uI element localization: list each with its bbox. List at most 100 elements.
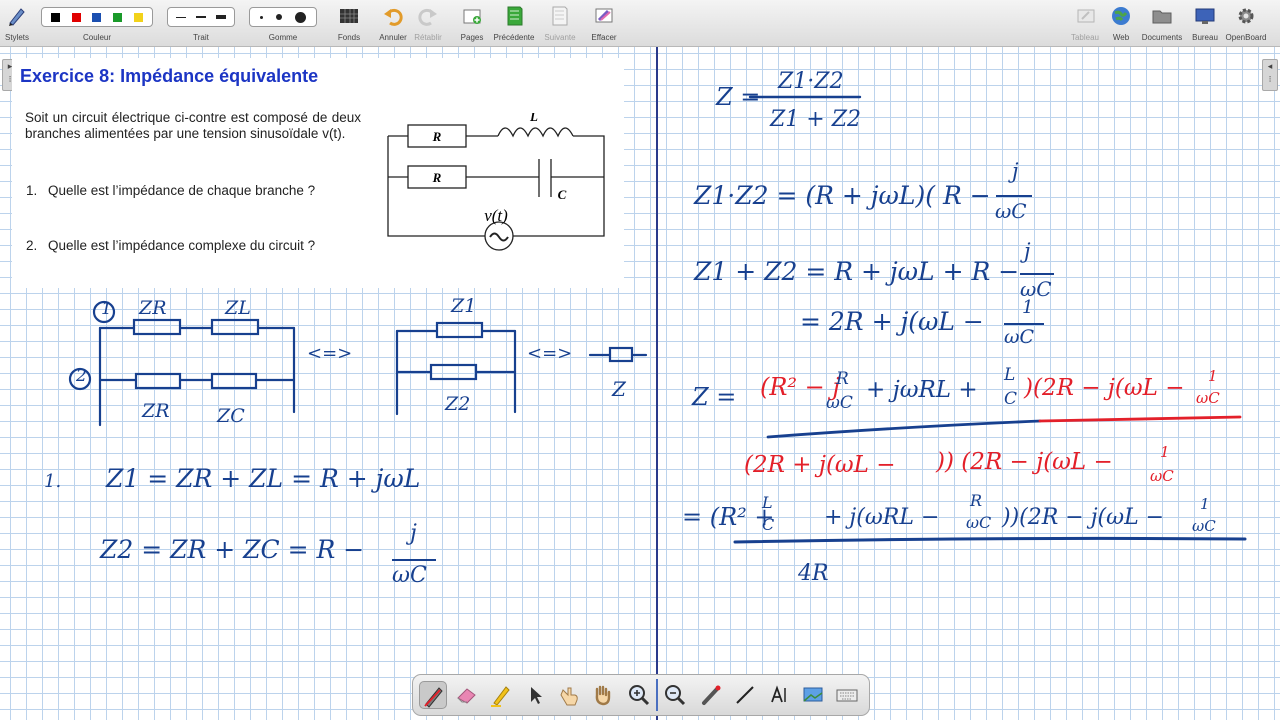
board-mode-button[interactable]: Tableau	[1068, 0, 1104, 46]
next-page-icon	[552, 6, 568, 26]
stroke-medium[interactable]	[196, 16, 206, 18]
z-expansion-red-factor: )(2R − j(ωL −	[1024, 375, 1185, 401]
background-button[interactable]: Fonds	[333, 0, 365, 46]
web-button[interactable]: Web	[1106, 0, 1136, 46]
virtual-keyboard-button[interactable]	[833, 681, 861, 709]
openboard-menu-button[interactable]: OpenBoard	[1224, 0, 1268, 46]
color-swatch-green[interactable]	[113, 12, 123, 22]
stroke-palette	[167, 7, 235, 27]
zr-top-label: ZR	[139, 297, 167, 319]
next-page-button[interactable]: Suivante	[544, 0, 576, 46]
eraser-palette	[249, 7, 317, 27]
color-swatch-yellow[interactable]	[134, 12, 144, 22]
pen-tool-icon	[424, 687, 443, 708]
eraser-large[interactable]	[295, 11, 307, 23]
laser-pointer-icon	[702, 685, 721, 705]
final-frac1-den: C	[762, 515, 775, 534]
highlighter-tool-button[interactable]	[487, 681, 515, 709]
stroke-label: Trait	[193, 33, 209, 42]
line-tool-button[interactable]	[731, 681, 759, 709]
redo-icon	[418, 8, 437, 26]
branch-1-label: 1	[101, 299, 112, 319]
zoom-in-button[interactable]	[625, 681, 653, 709]
z-expansion-frac1-num: R	[836, 369, 849, 389]
stylets-button[interactable]: Stylets	[0, 0, 40, 46]
z-expansion-den-frac-num: 1	[1160, 443, 1170, 461]
final-frac2-num: R	[970, 491, 983, 510]
z1-circuit-label: Z1	[451, 295, 477, 317]
zr-bottom-label: ZR	[142, 400, 170, 422]
pan-tool-button[interactable]	[589, 681, 617, 709]
desktop-icon	[1195, 8, 1215, 24]
sum-simplified-denominator: ωC	[1004, 326, 1035, 348]
z-expansion-frac2-num: L	[1004, 365, 1016, 385]
z-expansion-den-factor1: (2R + j(ωL −	[744, 452, 896, 478]
background-label: Fonds	[337, 33, 361, 42]
equation-z2-lhs: Z2 = ZR + ZC = R −	[100, 535, 365, 564]
eraser-small[interactable]	[259, 15, 263, 19]
web-label: Web	[1112, 33, 1130, 42]
product-denominator: ωC	[995, 199, 1027, 223]
pen-icon	[9, 8, 25, 26]
color-label: Couleur	[82, 33, 112, 42]
final-lhs: = (R² +	[682, 503, 775, 531]
color-palette	[41, 7, 153, 27]
final-denominator: 4R	[798, 561, 829, 586]
eraser-medium[interactable]	[275, 14, 282, 20]
zoom-out-button[interactable]	[661, 681, 689, 709]
color-swatch-red[interactable]	[71, 12, 81, 22]
folder-icon	[1152, 10, 1172, 24]
product-lhs: Z1·Z2 = (R + jωL)( R −	[694, 181, 991, 210]
screen-capture-icon	[803, 687, 823, 702]
answer-1-marker: 1.	[44, 471, 62, 492]
redo-label: Rétablir	[414, 33, 442, 42]
stroke-thin[interactable]	[176, 16, 186, 18]
color-swatch-black[interactable]	[50, 12, 60, 22]
documents-button[interactable]: Documents	[1140, 0, 1184, 46]
capture-tool-button[interactable]	[799, 681, 827, 709]
board-icon	[1077, 9, 1095, 23]
cursor-arrow-icon	[531, 687, 542, 704]
equation-z2-denominator: ωC	[392, 563, 427, 588]
zc-bottom-label: ZC	[217, 405, 245, 427]
text-tool-button[interactable]	[765, 681, 793, 709]
redo-button[interactable]: Rétablir	[412, 0, 444, 46]
laser-pointer-button[interactable]	[697, 681, 725, 709]
interact-tool-button[interactable]	[555, 681, 583, 709]
background-grid-icon	[340, 9, 358, 23]
whiteboard[interactable]: ▸ ⁝ ◂ ⁝ Exercice 8: Impédance équivalente …	[0, 47, 1280, 720]
desktop-button[interactable]: Bureau	[1188, 0, 1222, 46]
z2-circuit-label: Z2	[445, 393, 471, 415]
z-definition-numerator: Z1·Z2	[778, 69, 844, 94]
gear-icon	[1238, 8, 1254, 24]
product-numerator: j	[1012, 159, 1019, 183]
color-swatch-blue[interactable]	[92, 12, 102, 22]
undo-label: Annuler	[379, 33, 407, 42]
equation-z2-fraction-bar	[392, 559, 436, 561]
equivalence-arrow-2: <=>	[527, 343, 573, 364]
main-toolbar: Stylets Couleur Trait Gomme Fonds Annule…	[0, 0, 1280, 47]
pages-label: Pages	[460, 33, 484, 42]
pen-tool-button[interactable]	[419, 681, 447, 709]
eraser-tool-button[interactable]	[453, 681, 481, 709]
sum-simplified: = 2R + j(ωL −	[800, 307, 984, 336]
undo-icon	[384, 8, 403, 26]
previous-page-button[interactable]: Précédente	[494, 0, 534, 46]
final-frac1-num: L	[762, 493, 773, 512]
zoom-out-icon	[665, 685, 686, 706]
z-expansion-red-frac-den: ωC	[1196, 389, 1220, 407]
select-tool-button[interactable]	[521, 681, 549, 709]
stroke-thick[interactable]	[216, 15, 226, 19]
z-equivalent-label: Z	[612, 377, 626, 401]
clear-button[interactable]: Effacer	[588, 0, 620, 46]
desktop-label: Bureau	[1192, 33, 1218, 42]
undo-button[interactable]: Annuler	[377, 0, 409, 46]
zoom-in-icon	[629, 685, 650, 706]
clear-label: Effacer	[591, 33, 617, 42]
pages-button[interactable]: Pages	[456, 0, 488, 46]
pointing-hand-icon	[560, 687, 578, 706]
previous-page-icon	[507, 6, 523, 26]
equation-z2-numerator: j	[410, 521, 417, 546]
z-expansion-lhs: Z =	[692, 383, 737, 411]
z-expansion-den-factor2: )) (2R − j(ωL −	[936, 449, 1113, 475]
